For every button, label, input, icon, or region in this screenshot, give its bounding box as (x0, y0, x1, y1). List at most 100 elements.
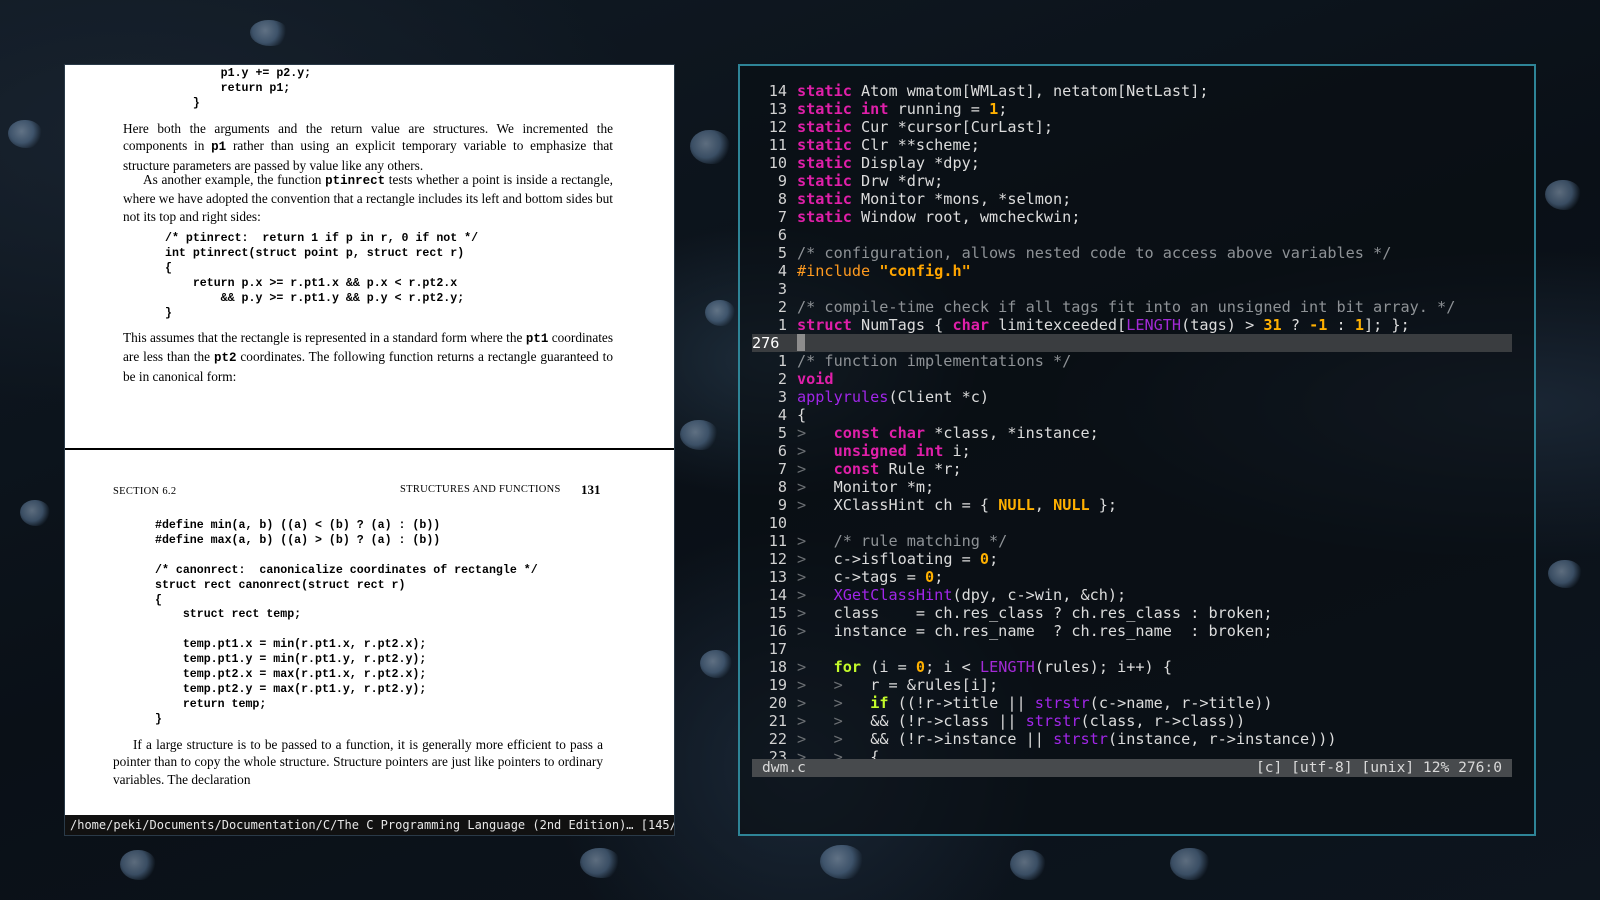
indent-marker: > (797, 496, 807, 514)
pdf-code-block-ptinrect: /* ptinrect: return 1 if p in r, 0 if no… (165, 232, 479, 320)
code-line[interactable]: 4 #include "config.h" (752, 262, 1512, 280)
code-line[interactable]: 18 > for (i = 0; i < LENGTH(rules); i++) … (752, 658, 1512, 676)
code-line[interactable]: 12 static Cur *cursor[CurLast]; (752, 118, 1512, 136)
keyword: int (861, 100, 889, 118)
code-text: , (1034, 496, 1054, 514)
keyword: static (797, 82, 852, 100)
pdf-section-header: SECTION 6.2 (113, 486, 177, 497)
code-text: instance = ch.res_name ? ch.res_name : b… (833, 622, 1273, 640)
code-text: ((!r->title || (888, 694, 1035, 712)
code-line[interactable]: 14 static Atom wmatom[WMLast], netatom[Ne… (752, 82, 1512, 100)
number-literal: 1 (1354, 316, 1364, 334)
code-line[interactable]: 3 (752, 280, 1512, 298)
keyword: struct (797, 316, 852, 334)
indent-marker: > (797, 532, 807, 550)
indent-marker: > (797, 604, 807, 622)
line-number: 3 (777, 280, 787, 298)
line-number: 6 (777, 442, 787, 460)
code-line[interactable]: 3 applyrules(Client *c) (752, 388, 1512, 406)
code-text: (c->name, r->title)) (1089, 694, 1273, 712)
code-line[interactable]: 2 void (752, 370, 1512, 388)
code-text: Monitor *m; (833, 478, 935, 496)
code-text: r = &rules[i]; (870, 676, 999, 694)
code-line[interactable]: 20 > > if ((!r->title || strstr(c->name, … (752, 694, 1512, 712)
control-keyword: for (833, 658, 862, 676)
string-literal: "config.h" (879, 262, 971, 280)
code-line[interactable]: 2 /* compile-time check if all tags fit i… (752, 298, 1512, 316)
code-area[interactable]: 14 static Atom wmatom[WMLast], netatom[Ne… (752, 82, 1512, 766)
pdf-viewer-window[interactable]: p1.y += p2.y; return p1; } Here both the… (64, 64, 675, 836)
function-call: strstr (1053, 730, 1108, 748)
code-line[interactable]: 5 /* configuration, allows nested code to… (752, 244, 1512, 262)
current-line[interactable]: 276 (752, 334, 1512, 352)
code-text: (class, r->class)) (1080, 712, 1246, 730)
code-line[interactable]: 13 static int running = 1; (752, 100, 1512, 118)
pdf-inline-code: pt1 (525, 332, 549, 346)
code-line[interactable]: 13 > c->tags = 0; (752, 568, 1512, 586)
code-text: Cur *cursor[CurLast]; (851, 118, 1054, 136)
code-line[interactable]: 22 > > && (!r->instance || strstr(instanc… (752, 730, 1512, 748)
code-line[interactable]: 10 (752, 514, 1512, 532)
code-line[interactable]: 8 static Monitor *mons, *selmon; (752, 190, 1512, 208)
code-line[interactable]: 1 struct NumTags { char limitexceeded[LEN… (752, 316, 1512, 334)
code-text: && (!r->instance || (870, 730, 1054, 748)
code-line[interactable]: 19 > > r = &rules[i]; (752, 676, 1512, 694)
pdf-status-bar: /home/peki/Documents/Documentation/C/The… (65, 815, 674, 835)
function-call: XGetClassHint (833, 586, 953, 604)
code-line[interactable]: 14 > XGetClassHint(dpy, c->win, &ch); (752, 586, 1512, 604)
indent-marker: > (833, 694, 843, 712)
code-text: NumTags { (851, 316, 953, 334)
keyword: static (797, 136, 852, 154)
code-text: : (1327, 316, 1355, 334)
code-line[interactable]: 11 > /* rule matching */ (752, 532, 1512, 550)
number-literal: 1 (989, 100, 999, 118)
pdf-text: As another example, the function (143, 172, 326, 187)
pdf-code-block-top: p1.y += p2.y; return p1; } (192, 67, 312, 110)
code-text: *class, *instance; (925, 424, 1099, 442)
pdf-page-lower[interactable]: SECTION 6.2 STRUCTURES AND FUNCTIONS 131… (65, 450, 674, 835)
code-line[interactable]: 17 (752, 640, 1512, 658)
line-number: 11 (768, 532, 787, 550)
function-call: strstr (1034, 694, 1090, 712)
code-line[interactable]: 21 > > && (!r->class || strstr(class, r->… (752, 712, 1512, 730)
code-line[interactable]: 5 > const char *class, *instance; (752, 424, 1512, 442)
code-text: (tags) > (1181, 316, 1264, 334)
code-line[interactable]: 4{ (752, 406, 1512, 424)
code-line[interactable]: 6 (752, 226, 1512, 244)
keyword: const (833, 460, 880, 478)
code-text: ; i < (925, 658, 980, 676)
code-text: (dpy, c->win, &ch); (952, 586, 1127, 604)
code-line[interactable]: 9 static Drw *drw; (752, 172, 1512, 190)
pdf-paragraph: Here both the arguments and the return v… (123, 120, 613, 174)
indent-marker: > (833, 730, 843, 748)
code-line[interactable]: 15 > class = ch.res_class ? ch.res_class … (752, 604, 1512, 622)
code-line[interactable]: 7 static Window root, wmcheckwin; (752, 208, 1512, 226)
code-line[interactable]: 16 > instance = ch.res_name ? ch.res_name… (752, 622, 1512, 640)
number-literal: 0 (979, 550, 990, 568)
pdf-inline-code: p1 (211, 140, 227, 155)
line-number: 16 (768, 622, 787, 640)
number-literal: 31 (1263, 316, 1282, 334)
pdf-page-upper[interactable]: p1.y += p2.y; return p1; } Here both the… (65, 65, 674, 448)
comment: /* function implementations */ (797, 352, 1072, 370)
line-number: 2 (777, 298, 787, 316)
code-line[interactable]: 12 > c->isfloating = 0; (752, 550, 1512, 568)
code-line[interactable]: 9 > XClassHint ch = { NULL, NULL }; (752, 496, 1512, 514)
code-line[interactable]: 10 static Display *dpy; (752, 154, 1512, 172)
keyword: static (797, 190, 852, 208)
comment: /* rule matching */ (833, 532, 1008, 550)
indent-marker: > (797, 568, 807, 586)
code-line[interactable]: 6 > unsigned int i; (752, 442, 1512, 460)
indent-marker: > (797, 424, 807, 442)
code-line[interactable]: 11 static Clr **scheme; (752, 136, 1512, 154)
keyword: char (952, 316, 990, 334)
code-text: Rule *r; (879, 460, 962, 478)
code-text: { (797, 406, 807, 424)
code-line[interactable]: 8 > Monitor *m; (752, 478, 1512, 496)
line-number: 8 (777, 478, 787, 496)
indent-marker: > (797, 550, 807, 568)
editor-window[interactable]: 14 static Atom wmatom[WMLast], netatom[Ne… (738, 64, 1536, 836)
code-line[interactable]: 1 /* function implementations */ (752, 352, 1512, 370)
indent-marker: > (797, 478, 807, 496)
code-line[interactable]: 7 > const Rule *r; (752, 460, 1512, 478)
